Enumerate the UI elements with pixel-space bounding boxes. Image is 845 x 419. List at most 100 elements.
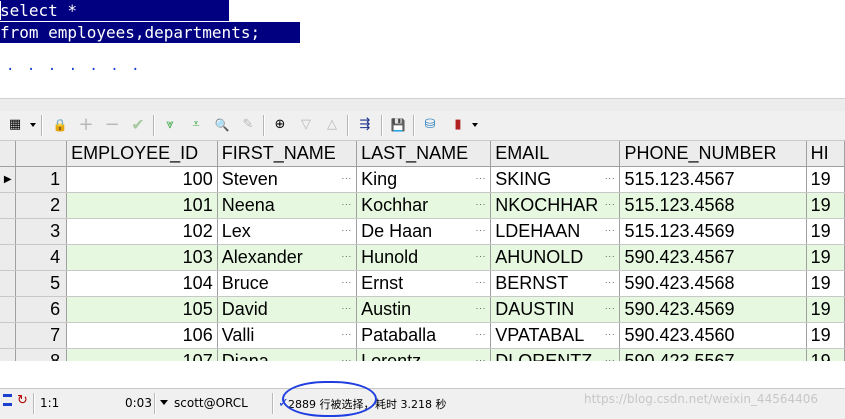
next-record-icon[interactable]: ▽ — [296, 115, 316, 135]
table-row[interactable]: 5 104 Bruce... Ernst... BERNST... 590.423.456… — [0, 270, 845, 297]
row-indicator[interactable] — [0, 218, 17, 245]
cell-employee-id[interactable]: 102 — [66, 218, 218, 245]
grid-view-icon[interactable]: ▦ — [5, 115, 25, 135]
cell-editor-ellipsis[interactable]: ... — [342, 249, 353, 259]
query-by-example-icon[interactable]: ⊕ — [270, 115, 290, 135]
save-icon[interactable]: 💾 — [388, 115, 408, 135]
cell-email[interactable]: NKOCHHAR... — [490, 192, 621, 219]
table-row[interactable]: 6 105 David... Austin... DAUSTIN... 590.423.4… — [0, 296, 845, 323]
single-record-view-icon[interactable]: ⇶ — [355, 115, 375, 135]
cell-editor-ellipsis[interactable]: ... — [342, 275, 353, 285]
cell-hire-date[interactable]: 19 — [806, 244, 845, 271]
cell-first-name[interactable]: Lex... — [217, 218, 358, 245]
cell-email[interactable]: VPATABAL... — [490, 322, 621, 349]
cell-email[interactable]: AHUNOLD... — [490, 244, 621, 271]
cell-editor-ellipsis[interactable]: ... — [476, 353, 487, 361]
fetch-last-page-icon[interactable]: ⩡ — [186, 115, 206, 135]
cell-phone-number[interactable]: 590.423.4567 — [619, 244, 807, 271]
sql-line-2[interactable]: from employees,departments; — [0, 22, 300, 43]
table-row[interactable]: 4 103 Alexander... Hunold... AHUNOLD... 590.4… — [0, 244, 845, 271]
cell-first-name[interactable]: Alexander... — [217, 244, 358, 271]
cell-editor-ellipsis[interactable]: ... — [605, 223, 616, 233]
row-indicator[interactable] — [0, 270, 17, 297]
cell-last-name[interactable]: Hunold... — [356, 244, 492, 271]
cell-editor-ellipsis[interactable]: ... — [476, 327, 487, 337]
cell-editor-ellipsis[interactable]: ... — [476, 275, 487, 285]
cell-last-name[interactable]: Kochhar... — [356, 192, 492, 219]
table-row[interactable]: 3 102 Lex... De Haan... LDEHAAN... 515.123.45… — [0, 218, 845, 245]
row-indicator[interactable] — [0, 322, 17, 349]
cell-email[interactable]: SKING... — [490, 166, 621, 193]
row-number[interactable]: 6 — [15, 296, 68, 323]
cell-hire-date[interactable]: 19 — [806, 192, 845, 219]
cell-email[interactable]: DAUSTIN... — [490, 296, 621, 323]
cell-employee-id[interactable]: 103 — [66, 244, 218, 271]
cell-employee-id[interactable]: 107 — [66, 348, 218, 361]
cell-last-name[interactable]: Ernst... — [356, 270, 492, 297]
previous-record-icon[interactable]: △ — [322, 115, 342, 135]
cell-first-name[interactable]: Diana... — [217, 348, 358, 361]
row-number[interactable]: 7 — [15, 322, 68, 349]
cell-first-name[interactable]: Valli... — [217, 322, 358, 349]
cell-phone-number[interactable]: 590.423.4569 — [619, 296, 807, 323]
cell-email[interactable]: BERNST... — [490, 270, 621, 297]
cell-employee-id[interactable]: 101 — [66, 192, 218, 219]
clear-icon[interactable]: ✎ — [238, 115, 258, 135]
row-number[interactable]: 4 — [15, 244, 68, 271]
result-grid[interactable]: EMPLOYEE_ID FIRST_NAME LAST_NAME EMAIL P… — [0, 141, 845, 361]
cell-first-name[interactable]: Neena... — [217, 192, 358, 219]
cell-phone-number[interactable]: 515.123.4567 — [619, 166, 807, 193]
sql-editor[interactable]: select * from employees,departments; . .… — [0, 0, 845, 98]
row-indicator[interactable] — [0, 192, 17, 219]
cell-last-name[interactable]: Pataballa... — [356, 322, 492, 349]
table-row[interactable]: 2 101 Neena... Kochhar... NKOCHHAR... 515.123… — [0, 192, 845, 219]
cell-editor-ellipsis[interactable]: ... — [476, 301, 487, 311]
cell-email[interactable]: LDEHAAN... — [490, 218, 621, 245]
cell-phone-number[interactable]: 590.423.5567 — [619, 348, 807, 361]
table-row[interactable]: 8 107 Diana... Lorentz... DLORENTZ... 590.423… — [0, 348, 845, 361]
fetch-next-page-icon[interactable]: ⩔ — [160, 115, 180, 135]
post-changes-icon[interactable]: ✔ — [128, 115, 148, 135]
cell-employee-id[interactable]: 105 — [66, 296, 218, 323]
lock-icon[interactable]: 🔒 — [50, 115, 70, 135]
column-header-phone-number[interactable]: PHONE_NUMBER — [619, 141, 807, 167]
sql-line-1[interactable]: select * — [0, 0, 229, 21]
row-indicator[interactable] — [0, 296, 17, 323]
undo-icon[interactable]: ↻ — [17, 393, 28, 408]
delete-record-icon[interactable]: − — [102, 115, 122, 135]
row-number[interactable]: 8 — [15, 348, 68, 361]
cell-last-name[interactable]: Austin... — [356, 296, 492, 323]
cell-last-name[interactable]: King... — [356, 166, 492, 193]
cell-editor-ellipsis[interactable]: ... — [605, 353, 616, 361]
column-header-employee-id[interactable]: EMPLOYEE_ID — [66, 141, 218, 167]
editor-grid-splitter[interactable] — [0, 98, 845, 112]
export-icon[interactable]: ⛁ — [420, 115, 440, 135]
row-number[interactable]: 5 — [15, 270, 68, 297]
table-row[interactable]: 7 106 Valli... Pataballa... VPATABAL... 590.4… — [0, 322, 845, 349]
cell-hire-date[interactable]: 19 — [806, 218, 845, 245]
cell-editor-ellipsis[interactable]: ... — [476, 249, 487, 259]
column-header-hire-date[interactable]: HI — [806, 141, 845, 167]
table-row[interactable]: ▶ 1 100 Steven... King... SKING... 515.123.456… — [0, 166, 845, 193]
chart-dropdown-icon[interactable] — [472, 123, 478, 127]
cell-phone-number[interactable]: 515.123.4569 — [619, 218, 807, 245]
cell-email[interactable]: DLORENTZ... — [490, 348, 621, 361]
cell-hire-date[interactable]: 19 — [806, 322, 845, 349]
cell-employee-id[interactable]: 100 — [66, 166, 218, 193]
column-header-first-name[interactable]: FIRST_NAME — [217, 141, 358, 167]
cell-last-name[interactable]: Lorentz... — [356, 348, 492, 361]
cell-editor-ellipsis[interactable]: ... — [342, 197, 353, 207]
cell-hire-date[interactable]: 19 — [806, 270, 845, 297]
cell-editor-ellipsis[interactable]: ... — [342, 301, 353, 311]
cell-employee-id[interactable]: 106 — [66, 322, 218, 349]
cell-hire-date[interactable]: 19 — [806, 348, 845, 361]
cell-first-name[interactable]: David... — [217, 296, 358, 323]
column-header-last-name[interactable]: LAST_NAME — [356, 141, 492, 167]
row-indicator[interactable] — [0, 348, 17, 361]
cell-editor-ellipsis[interactable]: ... — [342, 223, 353, 233]
cell-phone-number[interactable]: 515.123.4568 — [619, 192, 807, 219]
cell-hire-date[interactable]: 19 — [806, 296, 845, 323]
row-indicator[interactable]: ▶ — [0, 166, 17, 193]
cell-last-name[interactable]: De Haan... — [356, 218, 492, 245]
find-icon[interactable]: 🔍 — [212, 115, 232, 135]
